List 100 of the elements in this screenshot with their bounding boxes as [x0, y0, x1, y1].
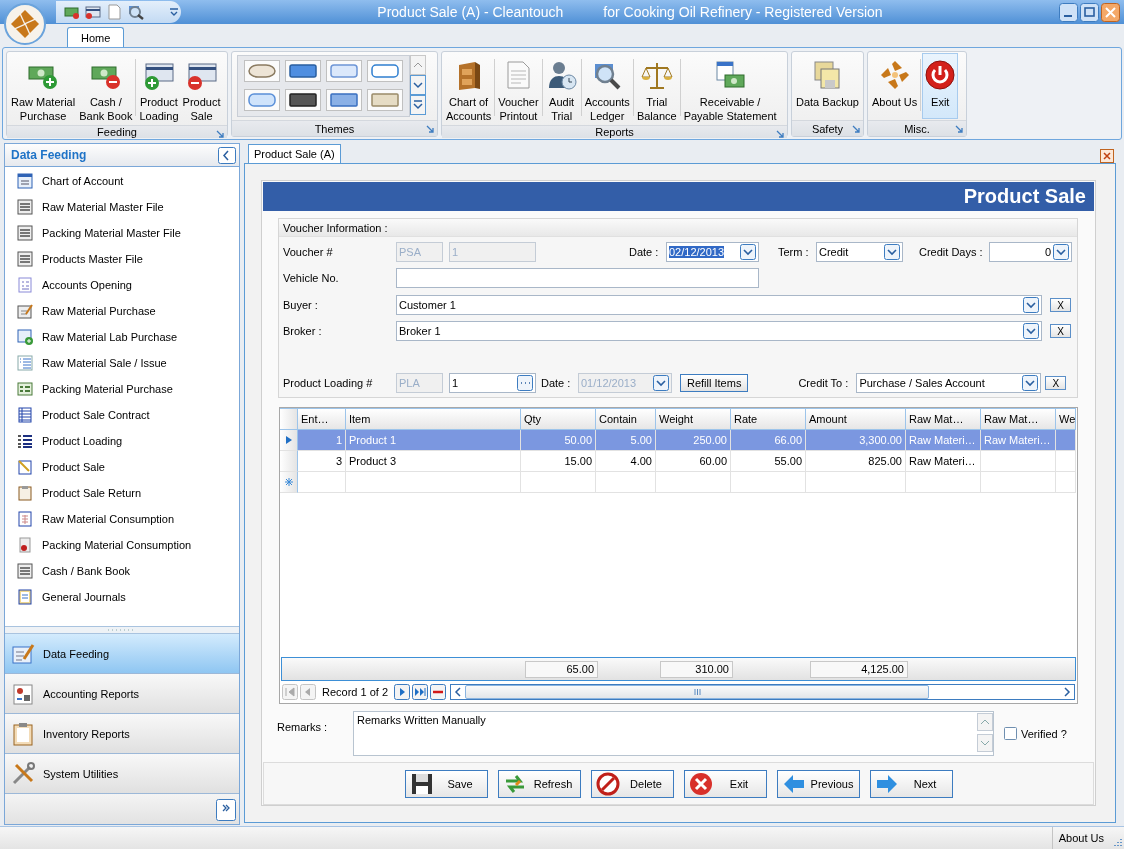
- sidebar-item[interactable]: Raw Material Lab Purchase: [5, 324, 239, 350]
- sidebar-item[interactable]: Chart of Account: [5, 168, 239, 194]
- sidebar-item[interactable]: Cash / Bank Book: [5, 558, 239, 584]
- dialog-launcher-icon[interactable]: [426, 125, 434, 133]
- column-header[interactable]: Amount: [806, 408, 906, 430]
- dialog-launcher-icon[interactable]: [776, 130, 784, 138]
- vehicle-field[interactable]: [396, 268, 759, 288]
- expand-button[interactable]: [216, 799, 236, 821]
- theme-swatch[interactable]: [244, 60, 280, 82]
- nav-button[interactable]: Inventory Reports: [5, 714, 239, 754]
- sidebar-item[interactable]: Product Sale Return: [5, 480, 239, 506]
- column-header[interactable]: Ent…: [298, 408, 346, 430]
- theme-swatch[interactable]: [367, 60, 403, 82]
- sidebar-item[interactable]: Raw Material Sale / Issue: [5, 350, 239, 376]
- action-button[interactable]: Next: [869, 769, 953, 798]
- dialog-launcher-icon[interactable]: [216, 130, 224, 138]
- document-icon[interactable]: [106, 4, 122, 20]
- column-header[interactable]: Rate: [731, 408, 806, 430]
- app-menu-button[interactable]: [4, 3, 46, 45]
- sidebar-item[interactable]: Product Loading: [5, 428, 239, 454]
- close-icon[interactable]: [1101, 2, 1120, 22]
- column-header[interactable]: Qty: [521, 408, 596, 430]
- sidebar-item[interactable]: Product Sale: [5, 454, 239, 480]
- ribbon-button[interactable]: Data Backup: [794, 53, 861, 119]
- sidebar-item[interactable]: Packing Material Master File: [5, 220, 239, 246]
- customize-caret-icon[interactable]: [169, 7, 179, 17]
- column-header[interactable]: Weight: [656, 408, 731, 430]
- column-header[interactable]: We: [1056, 408, 1076, 430]
- ribbon-button[interactable]: About Us: [870, 53, 920, 119]
- last-record-icon[interactable]: [412, 684, 429, 700]
- theme-swatch[interactable]: [367, 89, 403, 111]
- ribbon-button[interactable]: Accounts Ledger: [582, 53, 632, 124]
- checkbox[interactable]: [1004, 727, 1017, 740]
- first-record-icon[interactable]: [282, 684, 298, 700]
- nav-button[interactable]: Data Feeding: [5, 634, 239, 674]
- sidebar-item[interactable]: Packing Material Consumption: [5, 532, 239, 558]
- credit-to-dropdown[interactable]: Purchase / Sales Account: [856, 373, 1042, 393]
- sidebar-item[interactable]: Raw Material Purchase: [5, 298, 239, 324]
- magnifier-icon[interactable]: [127, 4, 145, 20]
- theme-swatch[interactable]: [285, 60, 321, 82]
- previous-record-icon[interactable]: [300, 684, 316, 700]
- nav-button[interactable]: System Utilities: [5, 754, 239, 794]
- sidebar-item[interactable]: Raw Material Master File: [5, 194, 239, 220]
- sidebar-item[interactable]: Raw Material Consumption: [5, 506, 239, 532]
- action-button[interactable]: Refresh: [497, 769, 581, 798]
- next-record-icon[interactable]: [394, 684, 411, 700]
- nav-button[interactable]: Accounting Reports: [5, 674, 239, 714]
- dialog-launcher-icon[interactable]: [852, 125, 860, 133]
- ribbon-button[interactable]: Voucher Printout: [496, 53, 541, 124]
- buyer-dropdown[interactable]: Customer 1: [396, 295, 1042, 315]
- theme-swatch[interactable]: [244, 89, 280, 111]
- number-field[interactable]: 1: [449, 373, 536, 393]
- document-tab[interactable]: Product Sale (A): [248, 144, 341, 163]
- ribbon-tab[interactable]: Home: [67, 27, 125, 47]
- clear-button[interactable]: X: [1045, 376, 1067, 390]
- action-button[interactable]: Save: [404, 769, 488, 798]
- column-header[interactable]: Raw Mat…: [981, 408, 1056, 430]
- ribbon-button[interactable]: Exit: [922, 53, 959, 119]
- maximize-icon[interactable]: [1080, 2, 1099, 22]
- action-button[interactable]: Previous: [776, 769, 860, 798]
- action-button[interactable]: Delete: [590, 769, 674, 798]
- ribbon-button[interactable]: Product Sale: [180, 53, 223, 124]
- ribbon-button[interactable]: Cash / Bank Book: [77, 53, 135, 124]
- ribbon-button[interactable]: Product Loading: [137, 53, 181, 124]
- sidebar-item[interactable]: General Journals: [5, 584, 239, 610]
- ribbon-button[interactable]: Chart of Accounts: [444, 53, 494, 124]
- sidebar-item[interactable]: Product Sale Contract: [5, 402, 239, 428]
- clear-button[interactable]: X: [1050, 324, 1071, 338]
- theme-swatch[interactable]: [285, 89, 321, 111]
- collapse-button[interactable]: [218, 146, 236, 164]
- term-dropdown[interactable]: Credit: [816, 242, 903, 262]
- sidebar-item[interactable]: Accounts Opening: [5, 272, 239, 298]
- refill-button[interactable]: Refill Items: [680, 374, 749, 392]
- table-row[interactable]: 3 Product 3 15.00 4.00 60.00 55.00 825.00 Raw Materi…: [280, 451, 1077, 472]
- banknote-icon[interactable]: [64, 5, 80, 19]
- sidebar-item[interactable]: Products Master File: [5, 246, 239, 272]
- date-dropdown[interactable]: 02/12/2013: [666, 242, 759, 262]
- ribbon-button[interactable]: Raw Material Purchase: [9, 53, 78, 124]
- ribbon-button[interactable]: Audit Trial: [543, 53, 580, 124]
- minimize-icon[interactable]: [1059, 2, 1078, 22]
- horizontal-scrollbar[interactable]: [450, 684, 1075, 700]
- card-icon[interactable]: [85, 5, 101, 19]
- action-button[interactable]: Exit: [683, 769, 767, 798]
- close-tab-icon[interactable]: [1100, 149, 1114, 163]
- remarks-field[interactable]: Remarks Written Manually: [353, 711, 994, 756]
- theme-swatch[interactable]: [326, 60, 362, 82]
- dialog-launcher-icon[interactable]: [955, 125, 963, 133]
- expand-gallery-icon[interactable]: [410, 95, 426, 115]
- scroll-up-icon[interactable]: [410, 55, 426, 75]
- broker-dropdown[interactable]: Broker 1: [396, 321, 1042, 341]
- ribbon-button[interactable]: Trial Balance: [634, 53, 679, 124]
- scroll-down-icon[interactable]: [410, 75, 426, 95]
- column-header[interactable]: Raw Mat…: [906, 408, 981, 430]
- delete-record-icon[interactable]: [430, 684, 447, 700]
- credit-days-field[interactable]: 0: [989, 242, 1072, 262]
- column-header[interactable]: Item: [346, 408, 521, 430]
- clear-button[interactable]: X: [1050, 298, 1071, 312]
- column-header[interactable]: Contain: [596, 408, 656, 430]
- theme-swatch[interactable]: [326, 89, 362, 111]
- ribbon-button[interactable]: Receivable / Payable Statement: [681, 53, 779, 124]
